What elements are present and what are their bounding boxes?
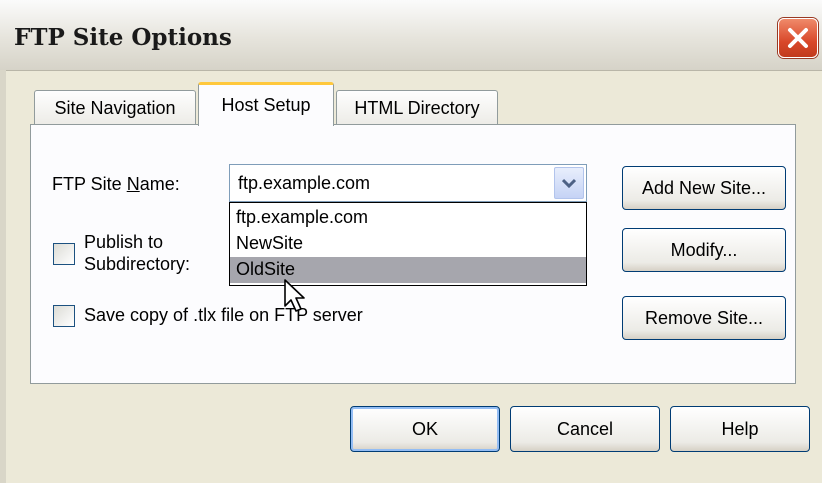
ftp-site-name-label: FTP Site Name: <box>52 174 180 194</box>
save-copy-checkbox[interactable] <box>53 305 75 327</box>
window-title: FTP Site Options <box>14 24 232 51</box>
tab-html-directory[interactable]: HTML Directory <box>336 90 498 126</box>
ok-button[interactable]: OK <box>350 406 500 452</box>
tab-site-navigation[interactable]: Site Navigation <box>34 90 196 126</box>
publish-subdirectory-checkbox[interactable] <box>53 243 75 265</box>
close-button[interactable] <box>778 18 818 58</box>
dropdown-option-ftp-example[interactable]: ftp.example.com <box>230 205 586 231</box>
ftp-site-name-combobox[interactable]: ftp.example.com <box>229 164 587 202</box>
remove-site-button[interactable]: Remove Site... <box>622 296 786 340</box>
modify-button[interactable]: Modify... <box>622 228 786 272</box>
window-left-edge <box>0 70 6 483</box>
cancel-button[interactable]: Cancel <box>510 406 660 452</box>
tab-label: Site Navigation <box>54 98 176 118</box>
site-name-dropdown-list: ftp.example.com NewSite OldSite <box>229 202 587 286</box>
tab-label: HTML Directory <box>354 98 480 118</box>
title-bar: FTP Site Options <box>0 0 822 71</box>
chevron-down-icon <box>562 178 576 188</box>
tab-label: Host Setup <box>221 95 311 115</box>
dropdown-button[interactable] <box>554 167 584 199</box>
dropdown-option-newsite[interactable]: NewSite <box>230 231 586 257</box>
add-new-site-button[interactable]: Add New Site... <box>622 166 786 210</box>
help-button[interactable]: Help <box>670 406 810 452</box>
close-icon <box>788 28 808 48</box>
save-copy-label: Save copy of .tlx file on FTP server <box>84 305 363 325</box>
ftp-site-name-value: ftp.example.com <box>238 173 371 193</box>
tab-host-setup[interactable]: Host Setup <box>198 82 334 126</box>
publish-subdirectory-label: Publish to Subdirectory: <box>84 232 191 274</box>
mouse-pointer-icon <box>284 279 305 312</box>
